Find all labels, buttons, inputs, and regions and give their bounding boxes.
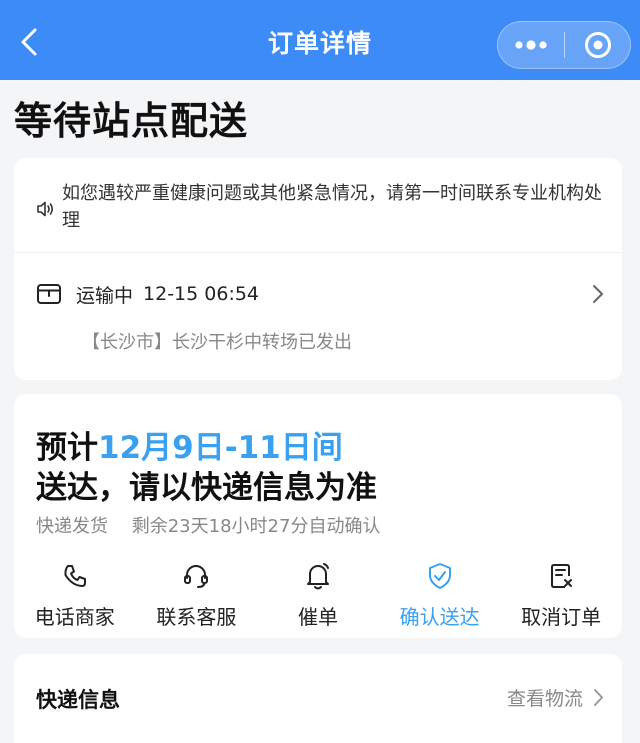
view-logistics-label: 查看物流 <box>506 688 583 710</box>
delivery-card: 预计12月9日-11日间 送达，请以快递信息为准 快递发货 剩余23天18小时2… <box>14 394 622 638</box>
action-label: 电话商家 <box>34 605 115 629</box>
express-info-title: 快递信息 <box>36 688 120 712</box>
chevron-right-icon <box>593 285 603 303</box>
shipping-time: 12-15 06:54 <box>143 283 260 305</box>
express-info-card: 快递信息 查看物流 <box>14 654 622 743</box>
call-merchant-button[interactable]: 电话商家 <box>14 560 136 630</box>
bell-icon <box>306 562 329 589</box>
divider <box>14 252 622 253</box>
headset-icon <box>184 564 209 588</box>
close-mini-program-button[interactable] <box>565 22 630 68</box>
notice-shipping-card: 如您遇较严重健康问题或其他紧急情况，请第一时间联系专业机构处理 运输中 12-1… <box>14 158 622 380</box>
ship-method: 快递发货 <box>36 516 108 537</box>
top-nav-bar: 订单详情 <box>0 0 640 80</box>
order-actions: 电话商家 联系客服 催单 确认送达 取消订单 <box>14 560 622 630</box>
notice-text: 如您遇较严重健康问题或其他紧急情况，请第一时间联系专业机构处理 <box>62 183 602 231</box>
shield-check-icon <box>428 562 451 589</box>
cancel-order-button[interactable]: 取消订单 <box>500 560 622 630</box>
speaker-icon <box>37 201 54 217</box>
mini-program-capsule <box>497 21 631 69</box>
auto-confirm-row: 快递发货 剩余23天18小时27分自动确认 <box>36 512 380 538</box>
shipping-detail: 【长沙市】长沙干杉中转场已发出 <box>82 332 352 353</box>
eta-line: 预计12月9日-11日间 <box>36 422 343 467</box>
package-box-icon <box>37 284 61 304</box>
view-logistics-link[interactable]: 查看物流 <box>507 684 604 711</box>
eta-prefix: 预计 <box>36 430 98 466</box>
shipping-status-row[interactable]: 运输中 12-15 06:54 <box>36 278 604 310</box>
cancel-order-icon <box>551 563 573 588</box>
confirm-delivery-button[interactable]: 确认送达 <box>379 560 501 630</box>
health-notice: 如您遇较严重健康问题或其他紧急情况，请第一时间联系专业机构处理 <box>36 180 602 234</box>
phone-icon <box>64 564 86 587</box>
eta-range: 12月9日-11日间 <box>98 430 343 466</box>
more-dots-icon <box>515 40 547 50</box>
chevron-right-icon <box>594 689 603 706</box>
order-status-title: 等待站点配送 <box>14 99 249 143</box>
more-button[interactable] <box>498 22 564 68</box>
auto-confirm-countdown: 剩余23天18小时27分自动确认 <box>131 516 381 537</box>
shipping-status: 运输中 <box>76 284 134 307</box>
contact-service-button[interactable]: 联系客服 <box>136 560 258 630</box>
eta-suffix: 送达，请以快递信息为准 <box>36 470 377 506</box>
action-label: 取消订单 <box>521 605 602 629</box>
target-circle-icon <box>584 32 611 58</box>
action-label: 联系客服 <box>156 605 237 629</box>
action-label: 确认送达 <box>399 605 480 629</box>
urge-order-button[interactable]: 催单 <box>257 560 379 630</box>
action-label: 催单 <box>297 605 338 629</box>
